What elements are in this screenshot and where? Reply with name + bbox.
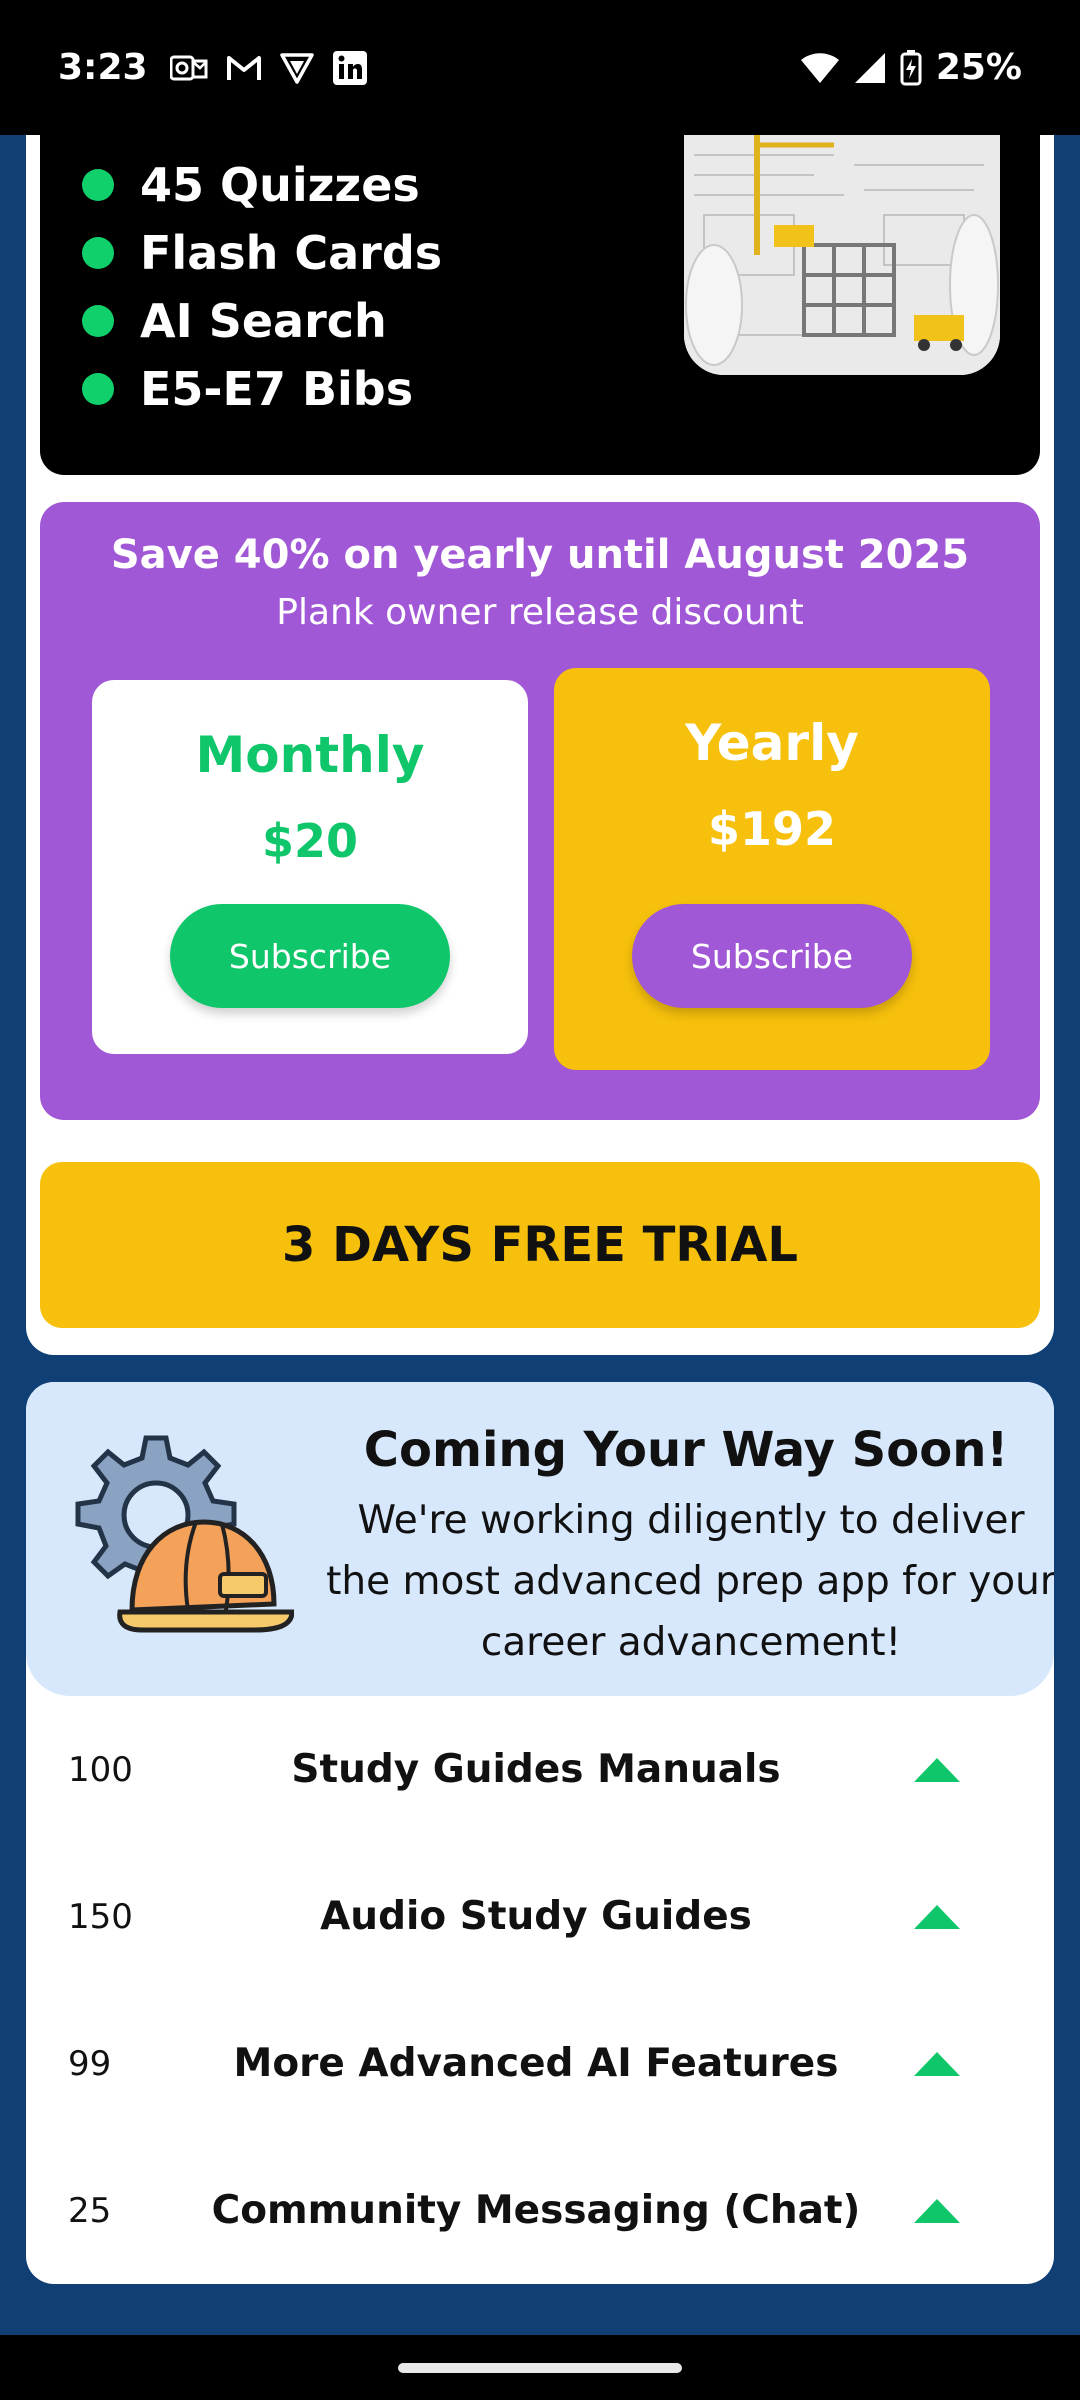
upvote-arrow-icon[interactable] — [914, 1757, 960, 1782]
upcoming-feature-row[interactable]: 25 Community Messaging (Chat) — [26, 2137, 1054, 2284]
status-bar: 3:23 25% — [0, 0, 1080, 135]
plan-price: $20 — [261, 814, 359, 868]
promo-title: Save 40% on yearly until August 2025 — [110, 532, 970, 578]
coming-soon-text: We're working diligently to deliver the … — [326, 1498, 1054, 1665]
wifi-icon — [800, 52, 839, 83]
feature-label: Flash Cards — [140, 226, 443, 280]
plan-yearly-card: Yearly $192 Subscribe — [554, 668, 990, 1070]
bullet-icon — [82, 169, 114, 201]
feature-item: AI Search — [82, 287, 442, 355]
plan-price: $192 — [707, 802, 837, 856]
upcoming-features-list: 100 Study Guides Manuals 150 Audio Study… — [26, 1696, 1054, 2284]
linkedin-icon — [332, 50, 367, 85]
upcoming-feature-row[interactable]: 150 Audio Study Guides — [26, 1843, 1054, 1990]
bullet-icon — [82, 373, 114, 405]
feature-item: Flash Cards — [82, 219, 442, 287]
battery-charging-icon — [900, 49, 922, 85]
bullet-icon — [82, 237, 114, 269]
notification-icons — [169, 50, 368, 86]
upcoming-feature-row[interactable]: 99 More Advanced AI Features — [26, 1990, 1054, 2137]
status-time: 3:23 — [58, 47, 148, 88]
upvote-arrow-icon[interactable] — [914, 2198, 960, 2223]
battery-percent: 25% — [935, 47, 1022, 88]
plan-name: Yearly — [685, 714, 859, 772]
pricing-section: Save 40% on yearly until August 2025 Pla… — [40, 502, 1040, 1120]
feature-title: Study Guides Manuals — [291, 1747, 781, 1792]
outlook-icon — [169, 55, 208, 80]
features-panel: 45 Quizzes Flash Cards AI Search E5-E7 B… — [40, 135, 1040, 475]
feature-label: 45 Quizzes — [140, 158, 420, 212]
vote-count: 100 — [68, 1749, 133, 1790]
coming-soon-title: Coming Your Way Soon! — [363, 1422, 1009, 1478]
promo-subtitle: Plank owner release discount — [276, 592, 804, 633]
coming-soon-card: Coming Your Way Soon! We're working dili… — [26, 1382, 1054, 2284]
home-gesture-handle[interactable] — [398, 2363, 682, 2373]
gmail-icon — [226, 55, 261, 80]
plan-name: Monthly — [195, 726, 425, 784]
system-status: 25% — [800, 47, 1022, 88]
vote-count: 25 — [68, 2190, 112, 2231]
upcoming-feature-row[interactable]: 100 Study Guides Manuals — [26, 1696, 1054, 1843]
feature-label: E5-E7 Bibs — [140, 362, 414, 416]
feature-title: Audio Study Guides — [320, 1894, 752, 1939]
signal-icon — [854, 52, 885, 83]
navigation-bar — [0, 2335, 1080, 2400]
plan-monthly-card: Monthly $20 Subscribe — [92, 680, 528, 1054]
feature-item: E5-E7 Bibs — [82, 355, 442, 423]
upvote-arrow-icon[interactable] — [914, 1904, 960, 1929]
gear-helmet-icon — [75, 1435, 294, 1633]
free-trial-button[interactable]: 3 DAYS FREE TRIAL — [40, 1162, 1040, 1328]
feature-label: AI Search — [140, 294, 387, 348]
feature-list: 45 Quizzes Flash Cards AI Search E5-E7 B… — [82, 151, 442, 423]
upvote-arrow-icon[interactable] — [914, 2051, 960, 2076]
bullet-icon — [82, 305, 114, 337]
feature-title: More Advanced AI Features — [233, 2041, 839, 2086]
feature-item: 45 Quizzes — [82, 151, 442, 219]
construction-blueprint-image — [684, 135, 1000, 375]
feature-title: Community Messaging (Chat) — [211, 2188, 861, 2233]
vote-count: 150 — [68, 1896, 133, 1937]
subscribe-yearly-button[interactable]: Subscribe — [632, 904, 912, 1008]
proton-vpn-icon — [279, 52, 314, 84]
vote-count: 99 — [68, 2043, 112, 2084]
subscribe-monthly-button[interactable]: Subscribe — [170, 904, 450, 1008]
coming-soon-header: Coming Your Way Soon! We're working dili… — [26, 1382, 1054, 1696]
